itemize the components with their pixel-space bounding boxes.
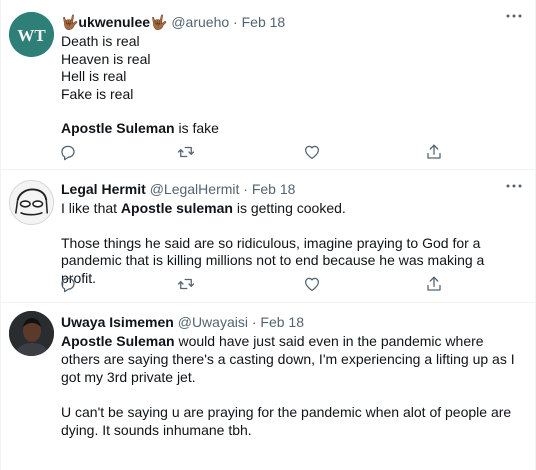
tweet-date[interactable]: Feb 18 — [260, 314, 304, 330]
like-icon[interactable] — [303, 275, 321, 293]
avatar[interactable]: WT — [9, 12, 54, 57]
tweet-line: Heaven is real — [61, 50, 151, 67]
tweet-text-part: I like that — [61, 200, 121, 216]
tweet-line-rest: is fake — [174, 120, 219, 136]
tweet-header: Uwaya Isimemen @Uwayaisi · Feb 18 — [61, 313, 304, 331]
author-name[interactable]: 🤟🏾ukwenulee🤟🏾 — [61, 14, 167, 30]
share-icon[interactable] — [425, 143, 443, 161]
avatar[interactable] — [9, 311, 54, 356]
mention-text: Apostle suleman — [120, 200, 233, 216]
avatar-text: WT — [17, 26, 46, 45]
like-icon[interactable] — [303, 143, 321, 161]
tweet-feed: WT 🤟🏾ukwenulee🤟🏾 @arueho · Feb 18 Death … — [0, 0, 536, 470]
retweet-icon[interactable] — [177, 143, 195, 161]
reply-icon[interactable] — [59, 275, 77, 293]
tweet[interactable]: Uwaya Isimemen @Uwayaisi · Feb 18 Apostl… — [1, 303, 536, 470]
meta-separator: · — [251, 314, 257, 330]
tweet-paragraph: Apostle Suleman would have just said eve… — [61, 332, 522, 386]
tweet-text: Apostle Suleman would have just said eve… — [61, 332, 522, 439]
tweet-header: Legal Hermit @LegalHermit · Feb 18 — [61, 180, 295, 198]
tweet-date[interactable]: Feb 18 — [242, 14, 286, 30]
tweet-actions — [61, 143, 451, 161]
author-name[interactable]: Legal Hermit — [61, 181, 146, 197]
tweet-date[interactable]: Feb 18 — [252, 181, 296, 197]
tweet-line: Death is real — [61, 33, 140, 49]
retweet-icon[interactable] — [177, 275, 195, 293]
author-name[interactable]: Uwaya Isimemen — [61, 314, 174, 330]
tweet[interactable]: WT 🤟🏾ukwenulee🤟🏾 @arueho · Feb 18 Death … — [1, 0, 536, 170]
tweet-text-part: is getting cooked. — [232, 200, 346, 216]
meta-separator: · — [243, 181, 248, 197]
author-handle[interactable]: @arueho — [171, 14, 229, 30]
tweet-paragraph: I like that Apostle suleman is getting c… — [61, 200, 522, 218]
share-icon[interactable] — [425, 275, 443, 293]
tweet-header: 🤟🏾ukwenulee🤟🏾 @arueho · Feb 18 — [61, 13, 285, 31]
reply-icon[interactable] — [59, 143, 77, 161]
tweet-line: Fake is real — [61, 85, 134, 102]
avatar[interactable] — [9, 180, 54, 225]
meta-separator: · — [233, 14, 238, 30]
tweet-actions — [61, 275, 451, 293]
tweet-text: Death is real Heaven is real Hell is rea… — [61, 33, 522, 138]
mention-text: Apostle Suleman — [61, 120, 175, 136]
tweet[interactable]: Legal Hermit @LegalHermit · Feb 18 I lik… — [1, 170, 536, 303]
more-icon[interactable] — [506, 14, 522, 18]
tweet-line: Apostle Suleman is fake — [61, 120, 522, 138]
mention-text: Apostle Suleman — [61, 333, 175, 349]
author-handle[interactable]: @LegalHermit — [150, 181, 240, 197]
tweet-paragraph: U can't be saying u are praying for the … — [61, 404, 512, 438]
more-icon[interactable] — [506, 184, 522, 188]
tweet-line: Hell is real — [61, 68, 127, 84]
author-handle[interactable]: @Uwayaisi — [178, 314, 248, 330]
tweet-text: I like that Apostle suleman is getting c… — [61, 200, 522, 287]
